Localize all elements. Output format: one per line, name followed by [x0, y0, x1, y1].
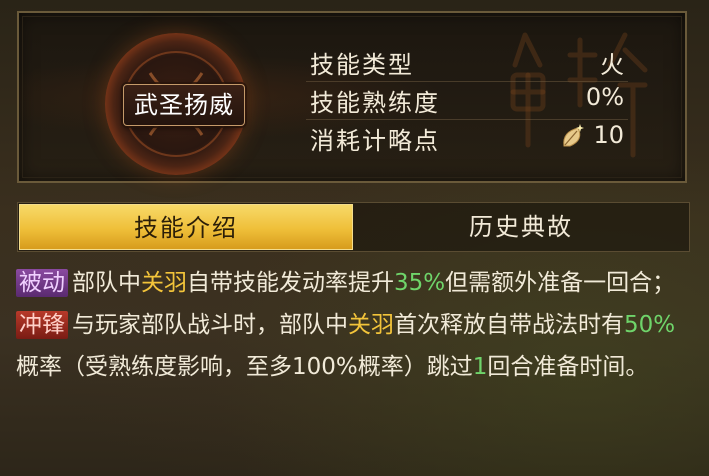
skill-name: 武圣扬威: [123, 84, 245, 126]
stat-label-cost: 消耗计略点: [310, 127, 440, 155]
leaf-icon: [563, 124, 584, 147]
desc-text: 部队中: [72, 270, 141, 296]
description-line-charge: 冲锋 与玩家部队战斗时，部队中关羽首次释放自带战法时有50% 概率（受熟练度影响，至…: [16, 304, 696, 388]
description-line-passive: 被动 部队中关羽自带技能发动率提升35%但需额外准备一回合；: [16, 262, 696, 304]
round-count: 1: [472, 354, 488, 380]
tab-bar: 技能介绍 历史典故: [17, 202, 690, 252]
desc-text: 概率（受熟练度影响，至多100%概率）跳过: [16, 354, 473, 380]
desc-text: 自带技能发动率提升: [187, 270, 394, 296]
percent-value: 35%: [394, 270, 446, 296]
stat-label-type: 技能类型: [310, 51, 414, 79]
desc-text: 但需额外准备一回合；: [445, 270, 676, 296]
hero-name: 关羽: [348, 312, 394, 338]
stat-value-cost: 10: [593, 121, 624, 149]
stat-value-type: 火: [600, 51, 624, 79]
tab-history[interactable]: 历史典故: [354, 203, 688, 251]
skill-description: 被动 部队中关羽自带技能发动率提升35%但需额外准备一回合； 冲锋 与玩家部队战斗时…: [16, 262, 696, 388]
desc-text: 与玩家部队战斗时，部队中: [72, 312, 348, 338]
charge-tag: 冲锋: [16, 311, 68, 339]
tab-skill-intro[interactable]: 技能介绍: [19, 204, 353, 250]
skill-info-panel: 武圣扬威 技能类型 火 技能熟练度 0% 消耗计略点 10: [17, 11, 687, 183]
desc-text: 回合准备时间。: [487, 354, 649, 380]
desc-text: 首次释放自带战法时有: [394, 312, 624, 338]
stat-row-cost: 消耗计略点 10: [306, 119, 628, 157]
stat-value-proficiency: 0%: [585, 83, 624, 111]
hero-name: 关羽: [141, 270, 187, 296]
percent-value: 50%: [624, 312, 676, 338]
passive-tag: 被动: [16, 269, 68, 297]
stat-row-proficiency: 技能熟练度 0%: [306, 81, 628, 120]
stat-row-type: 技能类型 火: [306, 43, 628, 82]
stat-label-proficiency: 技能熟练度: [310, 89, 440, 117]
